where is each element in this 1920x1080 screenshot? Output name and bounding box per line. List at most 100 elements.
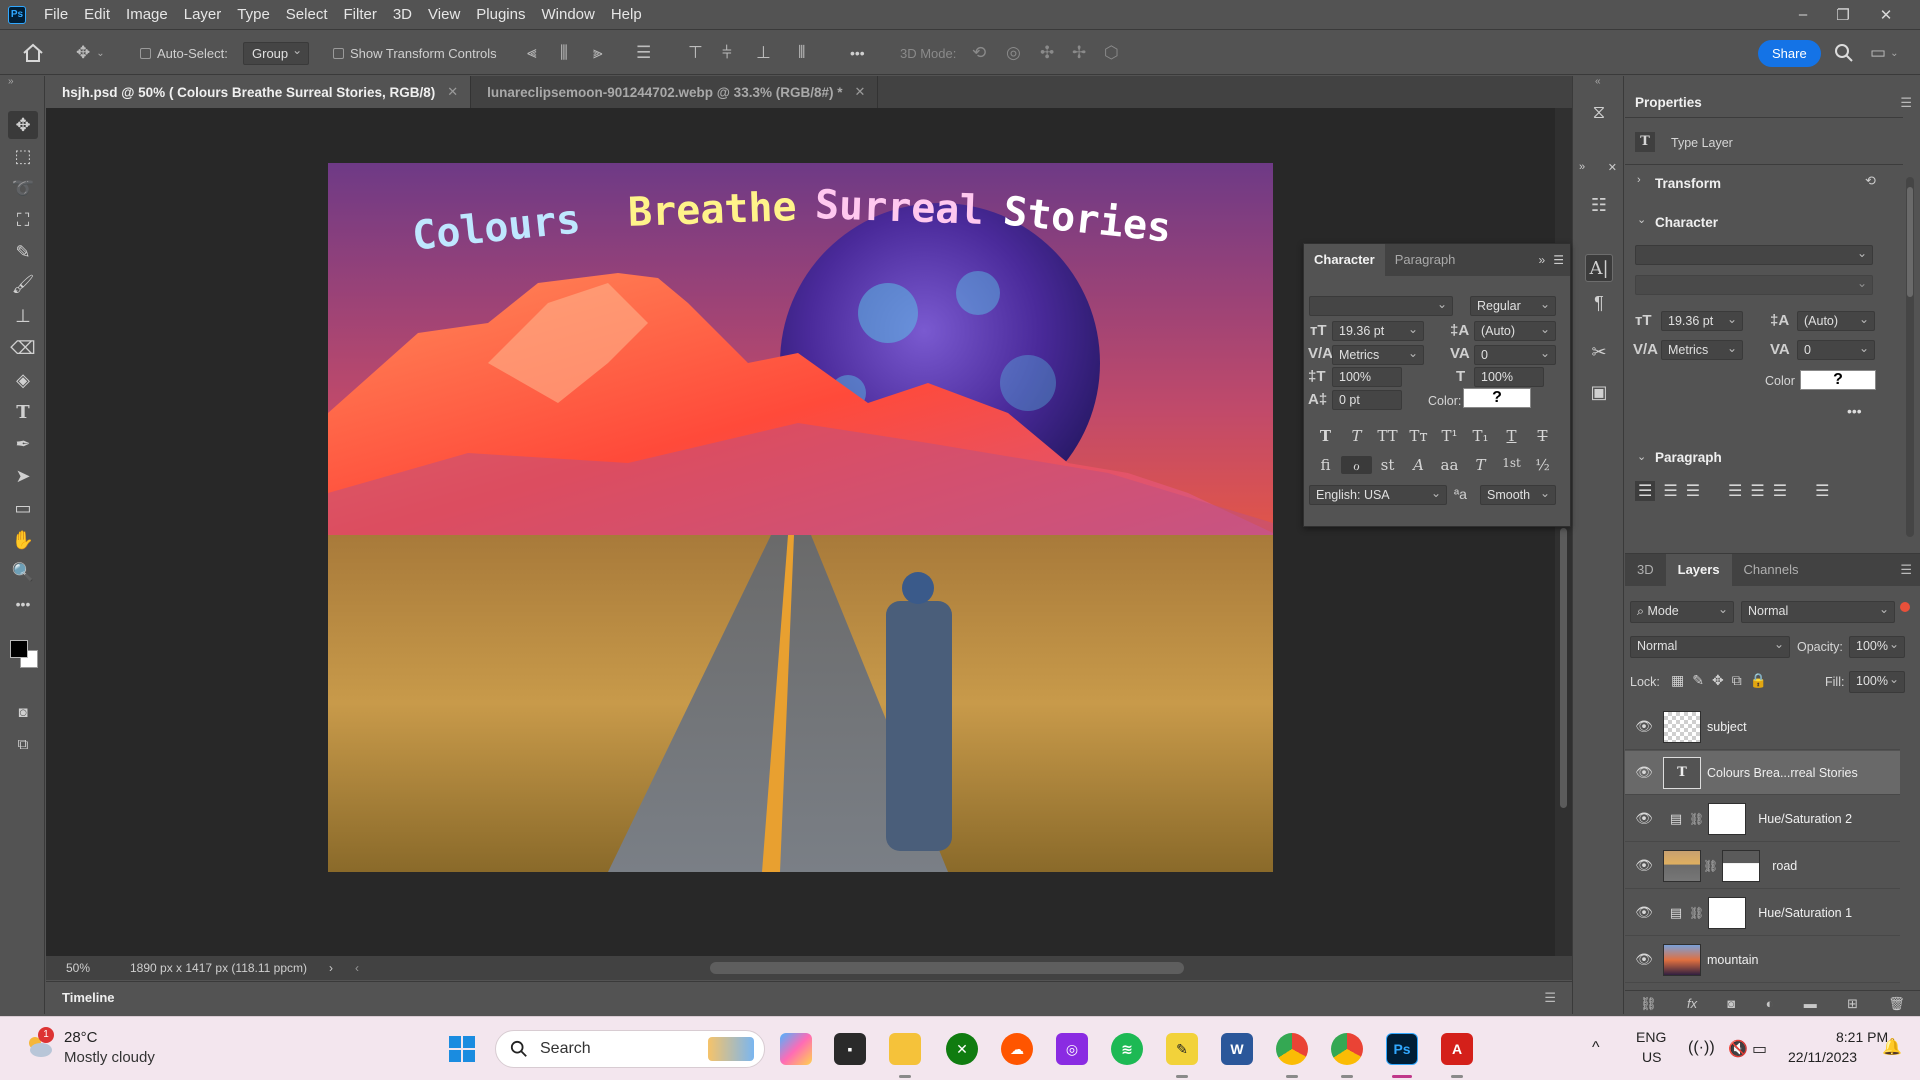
props-leading-field[interactable]: (Auto)	[1797, 311, 1875, 331]
layer-row-hue-saturation-1[interactable]: 👁 ▤ ⛓ Hue/Saturation 1	[1625, 890, 1900, 936]
tracking-field[interactable]: 0	[1474, 345, 1556, 365]
titling-alternates-button[interactable]: T	[1465, 456, 1496, 474]
document-canvas[interactable]: Colours Breathe Surreal Stories	[328, 163, 1273, 872]
all-caps-button[interactable]: TT	[1372, 427, 1403, 445]
leading-field[interactable]: (Auto)	[1474, 321, 1556, 341]
props-font-style-select[interactable]	[1635, 275, 1873, 295]
sticky-notes-icon[interactable]: ✎	[1166, 1033, 1198, 1065]
blend-mode-select[interactable]: Normal	[1630, 636, 1790, 658]
close-panel-icon[interactable]: ✕	[1608, 161, 1617, 177]
chrome-profile-icon[interactable]	[1331, 1033, 1363, 1065]
tab-paragraph[interactable]: Paragraph	[1385, 244, 1466, 276]
layer-style-fx-icon[interactable]: fx	[1687, 996, 1697, 1011]
new-adjustment-icon[interactable]: ◐	[1766, 996, 1774, 1011]
battery-icon[interactable]: ▭	[1752, 1039, 1767, 1059]
copilot-icon[interactable]	[780, 1033, 812, 1065]
faux-italic-button[interactable]: T	[1341, 427, 1372, 445]
canvas-area[interactable]: Colours Breathe Surreal Stories	[46, 108, 1572, 956]
menu-window[interactable]: Window	[533, 0, 602, 29]
character-section-header[interactable]: Character	[1655, 215, 1718, 230]
lock-transparent-icon[interactable]: ▦	[1671, 672, 1684, 689]
mask-link-icon[interactable]: ⛓	[1689, 906, 1704, 920]
eyedropper-tool-icon[interactable]: ✎	[8, 238, 38, 266]
props-tracking-field[interactable]: 0	[1797, 340, 1875, 360]
justify-last-left-icon[interactable]: ☰	[1728, 481, 1742, 501]
menu-filter[interactable]: Filter	[336, 0, 385, 29]
vertical-scale-field[interactable]: 100%	[1332, 367, 1402, 387]
weather-temp[interactable]: 28°C	[64, 1029, 98, 1046]
new-group-icon[interactable]: ▬	[1804, 996, 1817, 1011]
menu-file[interactable]: File	[36, 0, 76, 29]
visibility-eye-icon[interactable]: 👁	[1625, 718, 1663, 735]
distribute-vertical-icon[interactable]: ⦀	[798, 30, 805, 76]
file-explorer-icon[interactable]	[889, 1033, 921, 1065]
more-options-icon[interactable]: •••	[850, 30, 865, 76]
small-caps-button[interactable]: Tт	[1403, 427, 1434, 445]
notifications-icon[interactable]: 🔔	[1882, 1037, 1902, 1057]
text-color-swatch[interactable]: ?	[1463, 388, 1531, 408]
search-icon[interactable]	[1834, 30, 1854, 76]
horizontal-scroll-thumb[interactable]	[710, 962, 1184, 974]
horizontal-scale-field[interactable]: 100%	[1474, 367, 1544, 387]
volume-muted-icon[interactable]: 🔇	[1728, 1039, 1748, 1059]
language-bottom[interactable]: US	[1642, 1049, 1661, 1065]
clock-time[interactable]: 8:21 PM	[1836, 1029, 1888, 1045]
collapse-toolbar-icon[interactable]: »	[8, 76, 14, 87]
font-family-select[interactable]	[1309, 296, 1453, 316]
word-icon[interactable]: W	[1221, 1033, 1253, 1065]
show-hidden-icons-chevron[interactable]: ^	[1592, 1039, 1600, 1057]
tab-character[interactable]: Character	[1304, 244, 1385, 276]
close-tab-icon[interactable]: ✕	[854, 84, 865, 100]
adjustments-panel-icon[interactable]: ☷	[1585, 191, 1613, 219]
stamp-tool-icon[interactable]: ⊥	[8, 302, 38, 330]
edit-toolbar-icon[interactable]: •••	[8, 590, 38, 618]
align-left-icon[interactable]: ⫷	[527, 30, 537, 76]
tab-layers[interactable]: Layers	[1665, 554, 1732, 586]
soundcloud-icon[interactable]: ☁	[1001, 1033, 1033, 1065]
transform-section-header[interactable]: Transform	[1655, 176, 1721, 191]
workspace-icon[interactable]: ▭ ⌄	[1870, 30, 1898, 76]
contextual-alternates-button[interactable]: ℴ	[1341, 456, 1372, 474]
align-right-text-icon[interactable]: ☰	[1686, 481, 1700, 501]
layer-filter-select[interactable]: ⌕ Mode	[1630, 601, 1734, 623]
language-select[interactable]: English: USA	[1309, 485, 1447, 505]
close-window-icon[interactable]: ✕	[1866, 0, 1906, 29]
font-size-field[interactable]: 19.36 pt	[1332, 321, 1424, 341]
lasso-tool-icon[interactable]: ➰	[8, 174, 38, 202]
chevron-right-icon[interactable]: ›	[1637, 174, 1641, 186]
auto-select-checkbox[interactable]: Auto-Select:	[140, 30, 228, 76]
align-bottom-icon[interactable]: ⊥	[756, 30, 771, 76]
marquee-tool-icon[interactable]: ⬚	[8, 142, 38, 170]
chrome-icon[interactable]	[1276, 1033, 1308, 1065]
props-font-family-select[interactable]	[1635, 245, 1873, 265]
discretionary-ligatures-button[interactable]: st	[1372, 456, 1403, 474]
auto-select-dropdown[interactable]: Group	[243, 30, 310, 76]
layer-row-subject[interactable]: 👁 subject	[1625, 704, 1900, 750]
show-transform-checkbox[interactable]: Show Transform Controls	[333, 30, 497, 76]
menu-help[interactable]: Help	[603, 0, 650, 29]
kerning-field[interactable]: Metrics	[1332, 345, 1424, 365]
link-layers-icon[interactable]: ⛓	[1640, 996, 1657, 1012]
acrobat-icon[interactable]: A	[1441, 1033, 1473, 1065]
task-view-icon[interactable]: ▪	[834, 1033, 866, 1065]
menu-edit[interactable]: Edit	[76, 0, 118, 29]
paint-bucket-tool-icon[interactable]: ◈	[8, 366, 38, 394]
panel-expand-icon[interactable]: »	[1539, 253, 1546, 267]
visibility-eye-icon[interactable]: 👁	[1625, 904, 1663, 921]
align-right-icon[interactable]: ⫸	[593, 30, 603, 76]
menu-plugins[interactable]: Plugins	[468, 0, 533, 29]
weather-description[interactable]: Mostly cloudy	[64, 1049, 155, 1066]
delete-layer-icon[interactable]: 🗑	[1888, 996, 1905, 1012]
document-info[interactable]: 1890 px x 1417 px (118.11 ppcm)	[130, 961, 307, 975]
language-top[interactable]: ENG	[1636, 1029, 1666, 1045]
rectangle-tool-icon[interactable]: ▭	[8, 494, 38, 522]
vertical-scroll-thumb[interactable]	[1560, 528, 1567, 808]
superscript-button[interactable]: T¹	[1434, 427, 1465, 445]
brush-tool-icon[interactable]: 🖌	[8, 270, 38, 298]
layer-row-road[interactable]: 👁 ⛓ road	[1625, 843, 1900, 889]
stylistic-alternates-button[interactable]: aa	[1434, 456, 1465, 474]
properties-scroll-thumb[interactable]	[1907, 187, 1913, 297]
underline-button[interactable]: T	[1496, 427, 1527, 445]
restore-icon[interactable]: ❐	[1823, 0, 1863, 29]
pen-tool-icon[interactable]: ✒	[8, 430, 38, 458]
